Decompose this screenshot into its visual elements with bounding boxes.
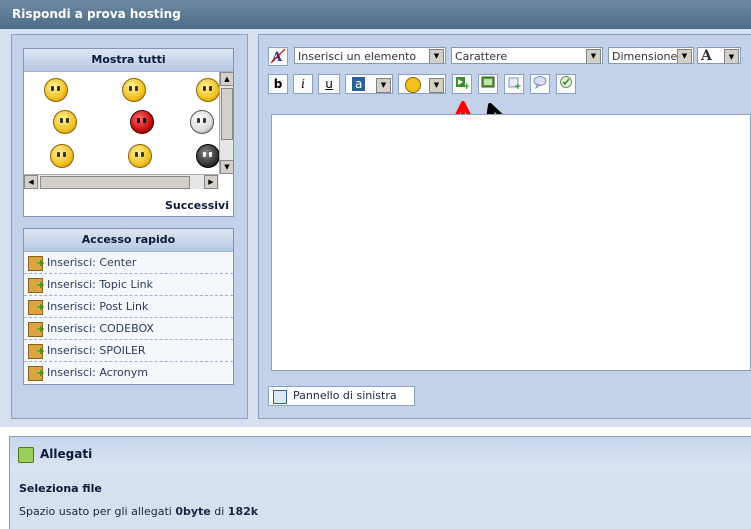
window-title: Rispondi a prova hosting [12,7,181,21]
emoticons-vertical-scrollbar[interactable]: ▲ ▼ [219,72,234,174]
list-item[interactable]: Inserisci: SPOILER [24,340,233,362]
highlight-icon: a [352,77,366,91]
package-add-icon [28,319,45,339]
attachment-space-info: Spazio usato per gli allegati 0byte di 1… [19,505,258,518]
space-total: 182k [227,505,259,518]
emoticon-neutral-icon[interactable] [53,110,77,134]
space-prefix: Spazio usato per gli allegati [19,505,172,518]
scroll-thumb[interactable] [221,88,233,140]
insert-element-value: Inserisci un elemento [298,50,417,63]
chevron-down-icon: ▼ [429,78,444,93]
svg-text:+: + [514,82,521,89]
emoticon-select[interactable]: ▼ [398,74,446,94]
package-add-icon [28,363,45,383]
smiley-icon [405,76,421,93]
package-add-icon [28,341,45,361]
font-select[interactable]: Carattere ▼ [451,47,603,64]
insert-image-button[interactable] [478,74,498,94]
space-of: di [214,505,225,518]
spellcheck-button[interactable] [556,74,576,94]
emoticons-horizontal-scrollbar[interactable]: ◀ ▶ [24,174,219,189]
svg-text:+: + [463,82,469,89]
list-item[interactable]: Inserisci: Center [24,252,233,274]
list-item-label: Inserisci: SPOILER [47,344,146,357]
emoticon-thinking-icon[interactable] [50,144,74,168]
list-item-label: Inserisci: CODEBOX [47,322,154,335]
spellcheck-icon [560,76,572,88]
attachments-section: Allegati Seleziona file Spazio usato per… [9,436,751,529]
emoticon-skull-icon[interactable] [190,110,214,134]
emoticons-grid [24,72,219,174]
emoticon-devil-icon[interactable] [130,110,154,134]
media-add-icon: + [456,77,471,92]
attachments-title: Allegati [40,447,93,461]
window-titlebar: Rispondi a prova hosting [0,0,751,29]
list-item-label: Inserisci: Post Link [47,300,149,313]
underline-button[interactable]: u [318,74,340,94]
select-file-label[interactable]: Seleziona file [19,482,102,495]
space-used: 0byte [175,505,211,518]
package-add-icon [28,275,45,295]
font-color-icon: A [701,48,712,64]
emoticon-smile-icon[interactable] [44,78,68,102]
message-textarea[interactable] [271,114,751,371]
size-value: Dimensione [612,50,678,63]
emoticon-tongue-icon[interactable] [196,78,219,102]
panel-icon [273,390,287,404]
scroll-right-icon[interactable]: ▶ [204,175,218,189]
chevron-down-icon: ▼ [376,78,391,93]
list-item-label: Inserisci: Acronym [47,366,148,379]
package-add-icon [28,297,45,317]
emoticons-next-link[interactable]: Successivi [165,199,229,212]
attachment-icon [18,446,34,463]
emoticon-key-icon[interactable] [122,78,146,102]
quick-access-header: Accesso rapido [24,229,233,252]
font-color-select[interactable]: A ▼ [697,47,741,64]
attachment-add-icon: + [508,77,522,92]
emoticon-wink-icon[interactable] [128,144,152,168]
insert-attachment-button[interactable]: + [504,74,524,94]
list-item[interactable]: Inserisci: Topic Link [24,274,233,296]
left-panel-toggle-label: Pannello di sinistra [293,389,397,402]
list-item[interactable]: Inserisci: CODEBOX [24,318,233,340]
scroll-down-icon[interactable]: ▼ [220,160,234,174]
left-panel-toggle-button[interactable]: Pannello di sinistra [268,386,415,406]
scroll-left-icon[interactable]: ◀ [24,175,38,189]
list-item-label: Inserisci: Topic Link [47,278,154,291]
chevron-down-icon: ▼ [429,49,444,63]
font-value: Carattere [455,50,508,63]
attachments-header: Allegati [10,437,751,471]
list-item[interactable]: Inserisci: Acronym [24,362,233,383]
emoticons-show-all[interactable]: Mostra tutti [24,49,233,72]
image-icon [481,76,495,88]
emoticon-ninja-icon[interactable] [196,144,219,168]
scroll-thumb[interactable] [40,176,190,189]
scroll-up-icon[interactable]: ▲ [220,72,234,86]
insert-quote-button[interactable] [530,74,550,94]
chevron-down-icon: ▼ [677,49,692,63]
italic-button[interactable]: i [293,74,313,94]
package-add-icon [28,253,45,273]
emoticons-box: Mostra tutti ▲ ▼ ◀ ▶ Successivi [23,48,234,217]
insert-media-button[interactable]: + [452,74,472,94]
chevron-down-icon: ▼ [724,49,739,63]
size-select[interactable]: Dimensione ▼ [608,47,694,64]
highlight-select[interactable]: a ▼ [345,74,393,94]
chevron-down-icon: ▼ [586,49,601,63]
list-item[interactable]: Inserisci: Post Link [24,296,233,318]
left-panel: Mostra tutti ▲ ▼ ◀ ▶ Successivi Accesso … [11,34,248,419]
bold-button[interactable]: b [268,74,288,94]
insert-element-select[interactable]: Inserisci un elemento ▼ [294,47,446,64]
quote-icon [533,76,547,90]
list-item-label: Inserisci: Center [47,256,137,269]
quick-access-box: Accesso rapido Inserisci: Center Inseris… [23,228,234,385]
clear-format-icon[interactable]: A [268,47,288,66]
